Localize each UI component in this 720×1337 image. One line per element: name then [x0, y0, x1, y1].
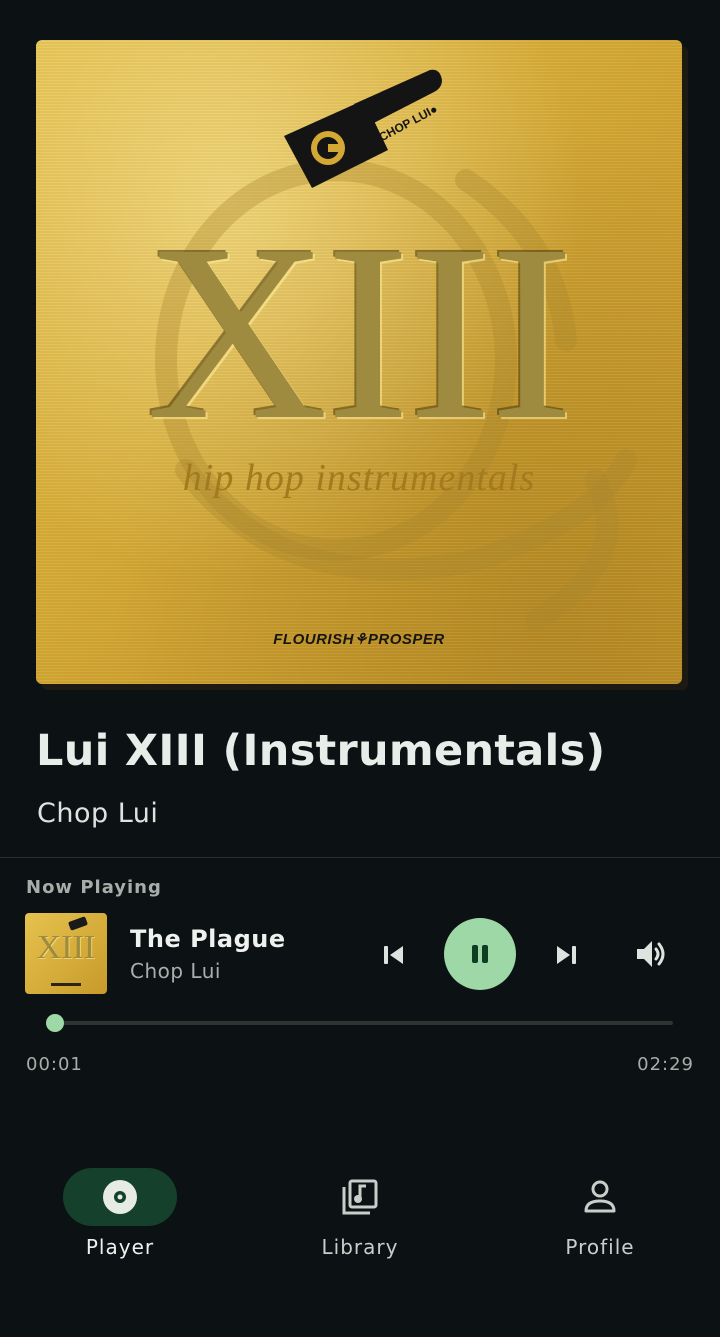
total-time: 02:29	[637, 1054, 694, 1075]
next-button[interactable]	[546, 935, 586, 975]
cover-subtitle: hip hop instrumentals	[182, 457, 536, 499]
progress-bar[interactable]	[46, 1014, 673, 1032]
nav-label-library: Library	[321, 1235, 399, 1259]
progress-handle[interactable]	[46, 1014, 65, 1032]
skip-previous-icon	[384, 946, 403, 964]
track-thumbnail[interactable]: XIII	[25, 913, 107, 994]
disc-icon	[92, 1177, 148, 1217]
cover-brand-logo: FLOURISH⚘PROSPER	[273, 631, 445, 648]
current-time: 00:01	[26, 1054, 83, 1075]
album-title: Lui XIII (Instrumentals)	[36, 726, 606, 776]
volume-up-icon	[637, 941, 665, 967]
volume-button[interactable]	[630, 933, 674, 975]
music-library-icon	[332, 1177, 388, 1217]
album-cover: CHOP LUI● XIII hip hop instrumentals FLO…	[36, 40, 682, 684]
nav-item-library[interactable]: Library	[270, 1168, 450, 1268]
album-artist[interactable]: Chop Lui	[37, 798, 158, 829]
nav-label-profile: Profile	[565, 1235, 635, 1259]
now-playing-label: Now Playing	[26, 877, 162, 898]
track-title[interactable]: The Plague	[130, 925, 286, 953]
thumb-brand-mark	[51, 983, 81, 986]
person-icon	[572, 1177, 628, 1217]
cover-title-xiii: XIII	[146, 192, 574, 472]
section-divider	[0, 857, 720, 858]
previous-button[interactable]	[374, 935, 414, 975]
skip-next-icon	[557, 946, 576, 964]
nav-label-player: Player	[85, 1235, 155, 1259]
nav-item-player[interactable]: Player	[30, 1168, 210, 1268]
pause-button[interactable]	[444, 918, 516, 990]
nav-item-profile[interactable]: Profile	[510, 1168, 690, 1268]
track-artist[interactable]: Chop Lui	[130, 959, 221, 983]
thumb-title: XIII	[36, 929, 96, 966]
player-screen: CHOP LUI● XIII hip hop instrumentals FLO…	[0, 0, 720, 1337]
pause-icon	[472, 945, 488, 963]
